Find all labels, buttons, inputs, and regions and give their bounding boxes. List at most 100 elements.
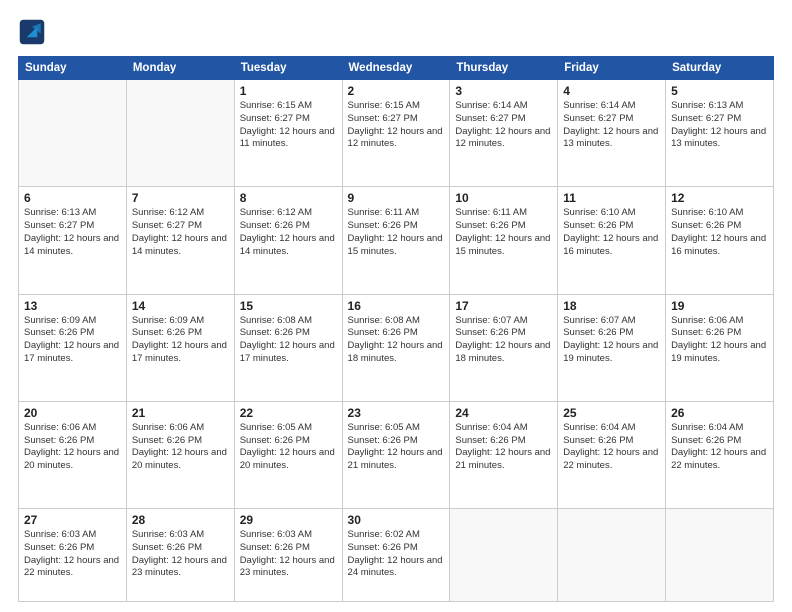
calendar-table: SundayMondayTuesdayWednesdayThursdayFrid… (18, 56, 774, 602)
day-number: 16 (348, 299, 445, 313)
day-info: Sunrise: 6:08 AM Sunset: 6:26 PM Dayligh… (348, 315, 445, 366)
day-info: Sunrise: 6:08 AM Sunset: 6:26 PM Dayligh… (240, 315, 337, 366)
col-header-wednesday: Wednesday (342, 57, 450, 80)
calendar-cell (558, 509, 666, 602)
day-info: Sunrise: 6:15 AM Sunset: 6:27 PM Dayligh… (348, 100, 445, 151)
day-info: Sunrise: 6:14 AM Sunset: 6:27 PM Dayligh… (563, 100, 660, 151)
day-number: 7 (132, 191, 229, 205)
day-number: 11 (563, 191, 660, 205)
day-info: Sunrise: 6:11 AM Sunset: 6:26 PM Dayligh… (455, 207, 552, 258)
calendar-cell (450, 509, 558, 602)
day-number: 22 (240, 406, 337, 420)
page: SundayMondayTuesdayWednesdayThursdayFrid… (0, 0, 792, 612)
day-number: 30 (348, 513, 445, 527)
day-info: Sunrise: 6:05 AM Sunset: 6:26 PM Dayligh… (348, 422, 445, 473)
calendar-cell: 10 Sunrise: 6:11 AM Sunset: 6:26 PM Dayli… (450, 187, 558, 294)
day-info: Sunrise: 6:12 AM Sunset: 6:27 PM Dayligh… (132, 207, 229, 258)
calendar-cell: 29Sunrise: 6:03 AM Sunset: 6:26 PM Dayli… (234, 509, 342, 602)
calendar-cell: 27 Sunrise: 6:03 AM Sunset: 6:26 PM Dayli… (19, 509, 127, 602)
day-number: 2 (348, 84, 445, 98)
calendar-cell: 8 Sunrise: 6:12 AM Sunset: 6:26 PM Daylig… (234, 187, 342, 294)
calendar-cell: 6 Sunrise: 6:13 AM Sunset: 6:27 PM Daylig… (19, 187, 127, 294)
col-header-friday: Friday (558, 57, 666, 80)
calendar-cell: 21 Sunrise: 6:06 AM Sunset: 6:26 PM Dayli… (126, 401, 234, 508)
calendar-cell: 20 Sunrise: 6:06 AM Sunset: 6:26 PM Dayli… (19, 401, 127, 508)
day-number: 4 (563, 84, 660, 98)
day-info: Sunrise: 6:03 AM Sunset: 6:26 PM Dayligh… (24, 529, 121, 580)
day-number: 9 (348, 191, 445, 205)
day-number: 21 (132, 406, 229, 420)
day-number: 10 (455, 191, 552, 205)
day-info: Sunrise: 6:10 AM Sunset: 6:26 PM Dayligh… (563, 207, 660, 258)
calendar-cell: 28 Sunrise: 6:03 AM Sunset: 6:26 PM Dayli… (126, 509, 234, 602)
day-number: 19 (671, 299, 768, 313)
day-number: 13 (24, 299, 121, 313)
day-info: Sunrise: 6:07 AM Sunset: 6:26 PM Dayligh… (455, 315, 552, 366)
day-info: Sunrise: 6:13 AM Sunset: 6:27 PM Dayligh… (24, 207, 121, 258)
day-number: 23 (348, 406, 445, 420)
calendar-cell: 26 Sunrise: 6:04 AM Sunset: 6:26 PM Dayli… (666, 401, 774, 508)
day-number: 8 (240, 191, 337, 205)
day-number: 6 (24, 191, 121, 205)
col-header-monday: Monday (126, 57, 234, 80)
day-info: Sunrise: 6:14 AM Sunset: 6:27 PM Dayligh… (455, 100, 552, 151)
day-info: Sunrise: 6:04 AM Sunset: 6:26 PM Dayligh… (455, 422, 552, 473)
day-number: 26 (671, 406, 768, 420)
day-number: 28 (132, 513, 229, 527)
day-info: Sunrise: 6:11 AM Sunset: 6:26 PM Dayligh… (348, 207, 445, 258)
day-number: 1 (240, 84, 337, 98)
day-number: 15 (240, 299, 337, 313)
calendar-cell: 22 Sunrise: 6:05 AM Sunset: 6:26 PM Dayli… (234, 401, 342, 508)
day-number: 3 (455, 84, 552, 98)
day-number: 27 (24, 513, 121, 527)
day-info: Sunrise: 6:12 AM Sunset: 6:26 PM Dayligh… (240, 207, 337, 258)
day-info: Sunrise: 6:04 AM Sunset: 6:26 PM Dayligh… (671, 422, 768, 473)
calendar-cell: 12 Sunrise: 6:10 AM Sunset: 6:26 PM Dayli… (666, 187, 774, 294)
logo-icon (18, 18, 46, 46)
day-number: 29 (240, 513, 337, 527)
col-header-saturday: Saturday (666, 57, 774, 80)
day-number: 14 (132, 299, 229, 313)
calendar-cell: 11 Sunrise: 6:10 AM Sunset: 6:26 PM Dayli… (558, 187, 666, 294)
day-number: 12 (671, 191, 768, 205)
calendar-cell: 9 Sunrise: 6:11 AM Sunset: 6:26 PM Daylig… (342, 187, 450, 294)
col-header-sunday: Sunday (19, 57, 127, 80)
day-number: 24 (455, 406, 552, 420)
day-info: Sunrise: 6:09 AM Sunset: 6:26 PM Dayligh… (24, 315, 121, 366)
calendar-cell: 5 Sunrise: 6:13 AM Sunset: 6:27 PM Daylig… (666, 80, 774, 187)
calendar-cell: 16 Sunrise: 6:08 AM Sunset: 6:26 PM Dayli… (342, 294, 450, 401)
calendar-cell: 19Sunrise: 6:06 AM Sunset: 6:26 PM Dayli… (666, 294, 774, 401)
day-info: Sunrise: 6:13 AM Sunset: 6:27 PM Dayligh… (671, 100, 768, 151)
calendar-cell: 30 Sunrise: 6:02 AM Sunset: 6:26 PM Dayli… (342, 509, 450, 602)
calendar-cell: 25 Sunrise: 6:04 AM Sunset: 6:26 PM Dayli… (558, 401, 666, 508)
calendar-cell: 17 Sunrise: 6:07 AM Sunset: 6:26 PM Dayli… (450, 294, 558, 401)
calendar-cell: 7 Sunrise: 6:12 AM Sunset: 6:27 PM Daylig… (126, 187, 234, 294)
header (18, 18, 774, 46)
calendar-cell: 13 Sunrise: 6:09 AM Sunset: 6:26 PM Dayli… (19, 294, 127, 401)
day-info: Sunrise: 6:06 AM Sunset: 6:26 PM Dayligh… (24, 422, 121, 473)
calendar-cell: 14 Sunrise: 6:09 AM Sunset: 6:26 PM Dayli… (126, 294, 234, 401)
day-info: Sunrise: 6:04 AM Sunset: 6:26 PM Dayligh… (563, 422, 660, 473)
calendar-cell: 4 Sunrise: 6:14 AM Sunset: 6:27 PM Daylig… (558, 80, 666, 187)
day-info: Sunrise: 6:02 AM Sunset: 6:26 PM Dayligh… (348, 529, 445, 580)
calendar-cell: 1Sunrise: 6:15 AM Sunset: 6:27 PM Daylig… (234, 80, 342, 187)
calendar-cell (666, 509, 774, 602)
col-header-tuesday: Tuesday (234, 57, 342, 80)
calendar-cell: 18Sunrise: 6:07 AM Sunset: 6:26 PM Dayli… (558, 294, 666, 401)
day-number: 17 (455, 299, 552, 313)
calendar-cell (126, 80, 234, 187)
day-info: Sunrise: 6:03 AM Sunset: 6:26 PM Dayligh… (132, 529, 229, 580)
day-info: Sunrise: 6:09 AM Sunset: 6:26 PM Dayligh… (132, 315, 229, 366)
calendar-cell: 3 Sunrise: 6:14 AM Sunset: 6:27 PM Daylig… (450, 80, 558, 187)
calendar-cell: 15 Sunrise: 6:08 AM Sunset: 6:26 PM Dayli… (234, 294, 342, 401)
day-info: Sunrise: 6:06 AM Sunset: 6:26 PM Dayligh… (132, 422, 229, 473)
day-info: Sunrise: 6:05 AM Sunset: 6:26 PM Dayligh… (240, 422, 337, 473)
day-info: Sunrise: 6:10 AM Sunset: 6:26 PM Dayligh… (671, 207, 768, 258)
calendar-cell: 23 Sunrise: 6:05 AM Sunset: 6:26 PM Dayli… (342, 401, 450, 508)
day-number: 20 (24, 406, 121, 420)
day-number: 18 (563, 299, 660, 313)
day-number: 5 (671, 84, 768, 98)
col-header-thursday: Thursday (450, 57, 558, 80)
logo (18, 18, 50, 46)
day-number: 25 (563, 406, 660, 420)
